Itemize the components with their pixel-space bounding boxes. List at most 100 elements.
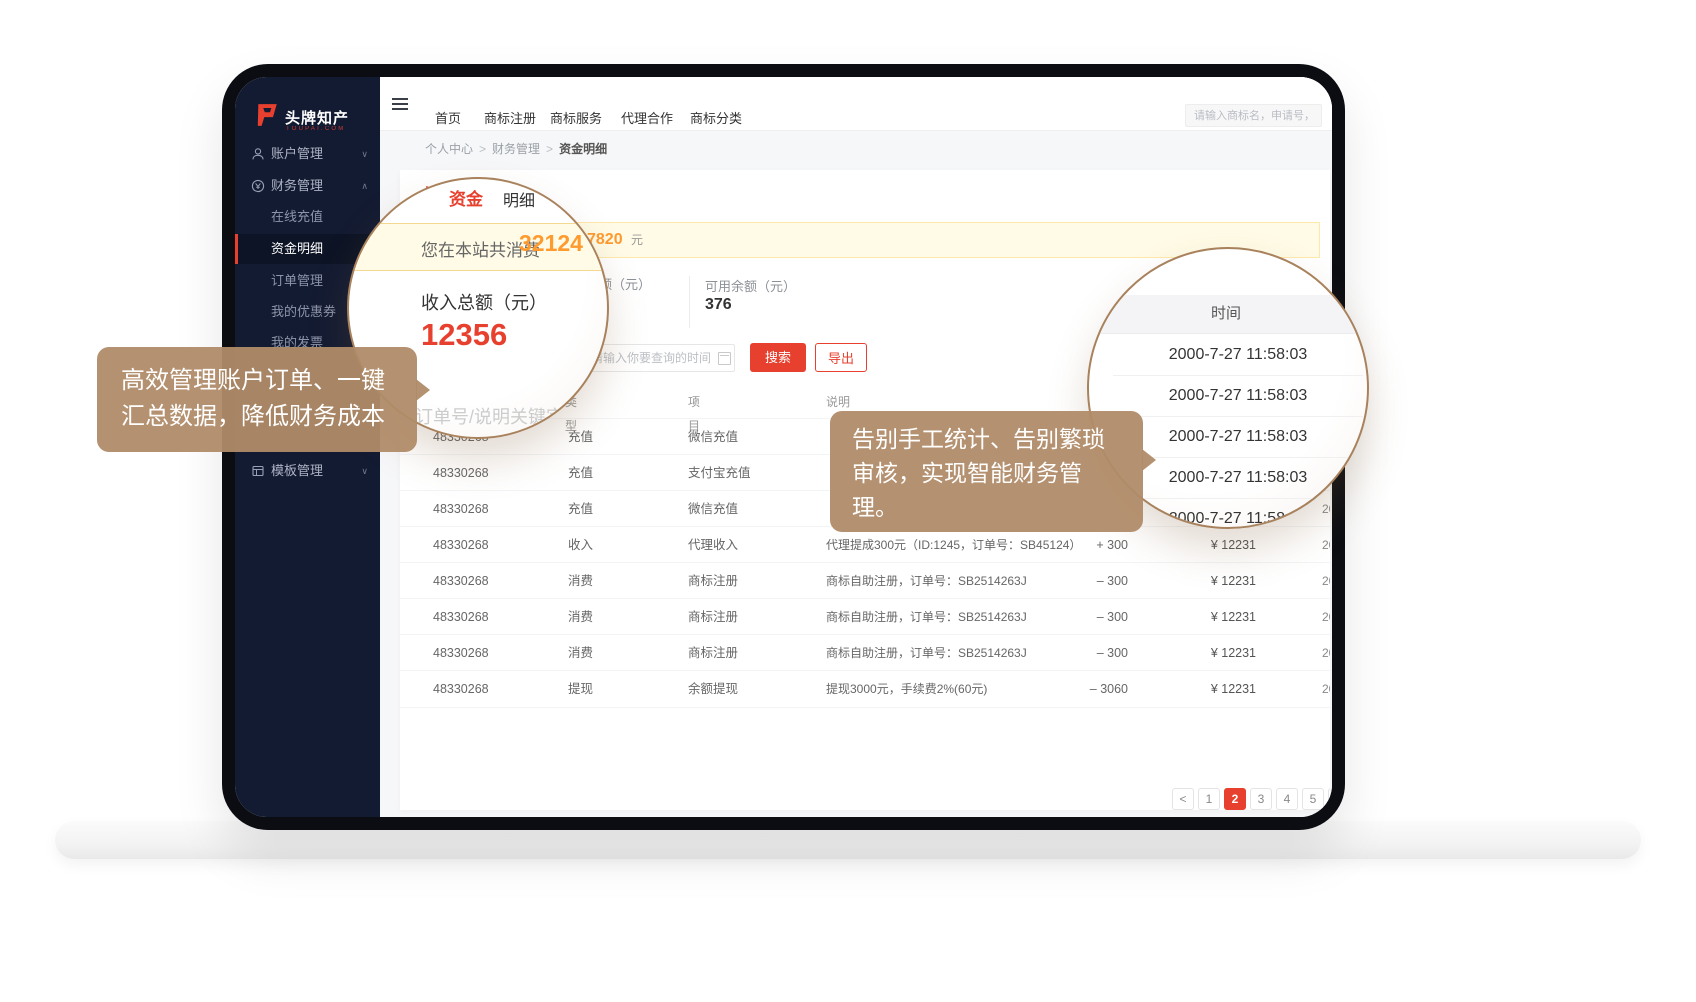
magnified-banner-amount: 32124 (519, 230, 583, 257)
cell-order-no: 48330268 (433, 455, 489, 491)
magnified-keyword-hint: 订单号/说明关键字 (415, 403, 564, 429)
cell-desc: 提现3000元，手续费2%(60元) (826, 671, 987, 707)
sidebar-item-label: 在线充值 (271, 202, 323, 232)
breadcrumb-item[interactable]: 财务管理 (492, 142, 540, 156)
page-button-active[interactable]: 2 (1224, 788, 1246, 810)
cell-type: 充值 (568, 491, 593, 527)
date-input[interactable] (580, 344, 735, 372)
cell-time: 2000-7-27 11:58:03 (1322, 527, 1330, 563)
callout-text: 理。 (852, 490, 1143, 524)
cell-desc: 商标自助注册，订单号：SB2514263J (826, 563, 1027, 599)
sidebar-item-account[interactable]: 账户管理 ∨ (235, 139, 380, 169)
page-button[interactable]: 1 (1198, 788, 1220, 810)
callout-arrow-icon (416, 379, 430, 401)
nav-item-agent-cooperation[interactable]: 代理合作 (621, 108, 673, 127)
magnified-tab-rest: 明细 (503, 187, 535, 211)
calendar-icon[interactable] (718, 352, 731, 365)
callout-right: 告别手工统计、告别繁琐 审核，实现智能财务管 理。 (830, 411, 1143, 532)
magnified-tab-active: 资金 (449, 185, 483, 210)
hamburger-icon[interactable] (392, 98, 408, 110)
cell-type: 充值 (568, 419, 593, 455)
search-button[interactable]: 搜索 (750, 343, 806, 372)
sidebar-item-label: 订单管理 (271, 266, 323, 296)
magnified-time-header: 时间 (1089, 295, 1363, 334)
export-button[interactable]: 导出 (815, 343, 867, 372)
cell-balance: ¥ 12231 (1186, 563, 1256, 599)
cell-order-no: 48330268 (433, 599, 489, 635)
cell-balance: ¥ 12231 (1186, 671, 1256, 707)
cell-balance: ¥ 12231 (1186, 599, 1256, 635)
cell-project: 代理收入 (688, 527, 738, 563)
callout-text: 告别手工统计、告别繁琐 (852, 422, 1143, 456)
breadcrumb-separator: > (546, 142, 553, 156)
cell-time: 2000-7-27 11:58:03 (1322, 635, 1330, 671)
cell-time: 2000-7-27 11:58:03 (1322, 599, 1330, 635)
magnified-time-row: 2000-7-27 11:58:03 (1113, 375, 1363, 417)
sidebar-item-label: 账户管理 (271, 139, 323, 169)
cell-amount: – 300 (1050, 635, 1128, 671)
breadcrumb-item[interactable]: 个人中心 (425, 142, 473, 156)
sidebar-item-template[interactable]: 模板管理 ∨ (235, 456, 380, 486)
sidebar-item-label: 我的优惠券 (271, 297, 336, 327)
cell-order-no: 48330268 (433, 635, 489, 671)
sidebar-item-label: 资金明细 (271, 234, 323, 264)
cell-desc: 商标自助注册，订单号：SB2514263J (826, 635, 1027, 671)
cell-balance: ¥ 12231 (1186, 527, 1256, 563)
page-button[interactable]: 5 (1302, 788, 1324, 810)
nav-item-trademark-category[interactable]: 商标分类 (690, 108, 742, 127)
topbar: 首页 商标注册 商标服务 代理合作 商标分类 (380, 77, 1332, 131)
cell-desc: 代理提成300元（ID:1245，订单号：SB45124） (826, 527, 1081, 563)
cell-type: 充值 (568, 455, 593, 491)
sidebar-item-finance[interactable]: 财务管理 ∧ (235, 171, 380, 201)
cell-type: 提现 (568, 671, 593, 707)
cell-time: 2000-7-27 11:58:03 (1322, 671, 1330, 707)
table-row: 48330268 消费 商标注册 商标自助注册，订单号：SB2514263J –… (400, 634, 1330, 671)
nav-item-home[interactable]: 首页 (435, 108, 461, 127)
chevron-down-icon: ∨ (361, 139, 368, 169)
page: 头牌知产 TOUPAI.COM 账户管理 ∨ 财务管理 (0, 0, 1696, 1002)
cell-type: 消费 (568, 635, 593, 671)
cell-order-no: 48330268 (433, 563, 489, 599)
cell-balance: ¥ 12231 (1186, 635, 1256, 671)
banner-unit: 元 (631, 223, 643, 257)
cell-project: 支付宝充值 (688, 455, 751, 491)
sidebar-item-label: 模板管理 (271, 456, 323, 486)
nav-item-trademark-register[interactable]: 商标注册 (484, 108, 536, 127)
trademark-search-input[interactable] (1185, 104, 1322, 127)
chevron-up-icon: ∧ (361, 171, 368, 201)
cell-amount: – 300 (1050, 599, 1128, 635)
magnified-income-value: 12356 (421, 317, 507, 353)
balance-value: 376 (705, 296, 732, 314)
nav-item-trademark-service[interactable]: 商标服务 (550, 108, 602, 127)
callout-left: 高效管理账户订单、一键 汇总数据，降低财务成本 (97, 347, 417, 452)
page-button[interactable]: 4 (1276, 788, 1298, 810)
breadcrumb: 个人中心>财务管理>资金明细 (425, 140, 607, 157)
cell-order-no: 48330268 (433, 527, 489, 563)
cell-amount: – 300 (1050, 563, 1128, 599)
template-icon (251, 464, 265, 478)
cell-type: 消费 (568, 599, 593, 635)
table-row: 48330268 消费 商标注册 商标自助注册，订单号：SB2514263J –… (400, 562, 1330, 599)
cell-type: 收入 (568, 527, 593, 563)
finance-icon (251, 179, 265, 193)
page-button[interactable]: 3 (1250, 788, 1272, 810)
brand-logo-icon (254, 102, 280, 128)
brand-domain: TOUPAI.COM (286, 126, 345, 132)
callout-arrow-icon (1142, 449, 1156, 471)
cell-desc: 商标自助注册，订单号：SB2514263J (826, 599, 1027, 635)
sidebar-item-label: 财务管理 (271, 171, 323, 201)
prev-page-button[interactable]: < (1172, 788, 1194, 810)
callout-text: 审核，实现智能财务管 (852, 456, 1143, 490)
cell-project: 商标注册 (688, 599, 738, 635)
table-row: 48330268 提现 余额提现 提现3000元，手续费2%(60元) – 30… (400, 670, 1330, 708)
balance-label: 可用余额（元） (705, 276, 796, 295)
cell-time: 2000-7-27 11:58:03 (1322, 563, 1330, 599)
breadcrumb-current: 资金明细 (559, 142, 607, 156)
magnified-income-label: 收入总额（元） (421, 289, 547, 315)
callout-text: 汇总数据，降低财务成本 (121, 399, 417, 435)
cell-order-no: 48330268 (433, 491, 489, 527)
sort-caret-icon: ∨ (692, 390, 699, 414)
cell-type: 消费 (568, 563, 593, 599)
next-page-button[interactable]: > (1328, 788, 1330, 810)
cell-project: 微信充值 (688, 491, 738, 527)
